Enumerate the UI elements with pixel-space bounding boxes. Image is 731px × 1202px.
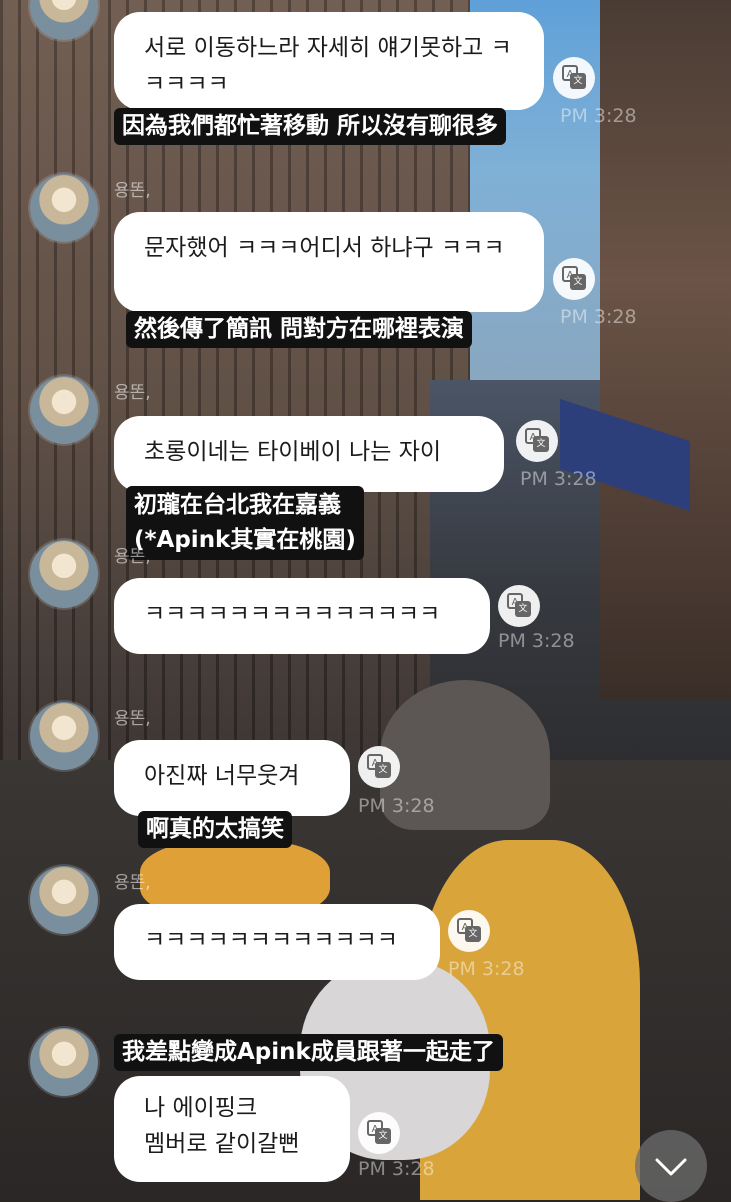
avatar[interactable] <box>30 174 98 242</box>
message-text: 서로 이동하느라 자세히 얘기못하고 ㅋㅋㅋㅋㅋ <box>144 35 512 97</box>
sender-name: 용똔, <box>114 181 151 201</box>
subtitle-caption: 啊真的太搞笑 <box>138 811 292 848</box>
message-bubble[interactable]: 문자했어 ㅋㅋㅋ어디서 하냐구 ㅋㅋㅋ <box>114 212 544 312</box>
translate-icon[interactable]: A文 <box>498 585 540 627</box>
subtitle-caption: 然後傳了簡訊 問對方在哪裡表演 <box>126 311 473 348</box>
message-text: ㅋㅋㅋㅋㅋㅋㅋㅋㅋㅋㅋㅋ <box>144 927 398 953</box>
avatar[interactable] <box>30 376 98 444</box>
caption-line: (*Apink其實在桃園) <box>134 527 356 553</box>
message-text-line: 나 에이핑크 <box>144 1095 258 1121</box>
caption-line: 初瓏在台北我在嘉義 <box>134 492 341 518</box>
avatar[interactable] <box>30 540 98 608</box>
translate-icon[interactable]: A文 <box>358 1112 400 1154</box>
message-bubble[interactable]: 초롱이네는 타이베이 나는 자이 <box>114 416 504 492</box>
message-bubble[interactable]: 나 에이핑크 멤버로 같이갈뻔 <box>114 1076 350 1182</box>
message-bubble[interactable]: 아진짜 너무웃겨 <box>114 740 350 816</box>
message-bubble[interactable]: 서로 이동하느라 자세히 얘기못하고 ㅋㅋㅋㅋㅋ <box>114 12 544 110</box>
message-text: 아진짜 너무웃겨 <box>144 763 300 789</box>
translate-icon[interactable]: A文 <box>553 57 595 99</box>
message-time: PM 3:28 <box>498 630 575 652</box>
chat-overlay: 서로 이동하느라 자세히 얘기못하고 ㅋㅋㅋㅋㅋ A文 PM 3:28 因為我們… <box>0 0 731 1202</box>
translate-icon[interactable]: A文 <box>358 746 400 788</box>
avatar[interactable] <box>30 1028 98 1096</box>
message-text: 초롱이네는 타이베이 나는 자이 <box>144 439 442 465</box>
message-time: PM 3:28 <box>358 795 435 817</box>
message-time: PM 3:28 <box>448 958 525 980</box>
scroll-to-bottom-button[interactable] <box>635 1130 707 1202</box>
avatar[interactable] <box>30 866 98 934</box>
translate-icon[interactable]: A文 <box>448 910 490 952</box>
translate-icon[interactable]: A文 <box>553 258 595 300</box>
message-time: PM 3:28 <box>560 306 637 328</box>
message-time: PM 3:28 <box>358 1158 435 1180</box>
subtitle-caption: 因為我們都忙著移動 所以沒有聊很多 <box>114 108 507 145</box>
translate-icon[interactable]: A文 <box>516 420 558 462</box>
sender-name: 용똔, <box>114 709 151 729</box>
subtitle-caption: 我差點變成Apink成員跟著一起走了 <box>114 1034 503 1071</box>
message-bubble[interactable]: ㅋㅋㅋㅋㅋㅋㅋㅋㅋㅋㅋㅋ <box>114 904 440 980</box>
sender-name: 용똔, <box>114 547 151 567</box>
message-text-line: 멤버로 같이갈뻔 <box>144 1131 300 1157</box>
subtitle-caption: 初瓏在台北我在嘉義 (*Apink其實在桃園) <box>126 486 364 560</box>
message-time: PM 3:28 <box>560 105 637 127</box>
avatar[interactable] <box>30 702 98 770</box>
chevron-down-icon <box>655 1158 687 1176</box>
message-time: PM 3:28 <box>520 468 597 490</box>
message-text: 문자했어 ㅋㅋㅋ어디서 하냐구 ㅋㅋㅋ <box>144 235 505 261</box>
avatar[interactable] <box>30 0 98 40</box>
message-bubble[interactable]: ㅋㅋㅋㅋㅋㅋㅋㅋㅋㅋㅋㅋㅋㅋ <box>114 578 490 654</box>
sender-name: 용똔, <box>114 383 151 403</box>
message-text: ㅋㅋㅋㅋㅋㅋㅋㅋㅋㅋㅋㅋㅋㅋ <box>144 601 441 627</box>
sender-name: 용똔, <box>114 873 151 893</box>
